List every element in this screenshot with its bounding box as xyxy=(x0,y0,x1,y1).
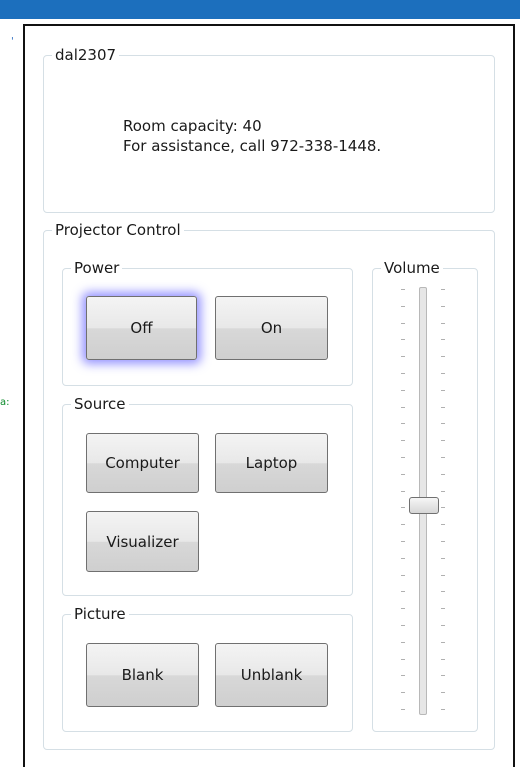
volume-tick xyxy=(441,709,445,710)
volume-tick xyxy=(441,356,445,357)
volume-tick xyxy=(441,524,445,525)
background-window-strip xyxy=(0,19,22,767)
volume-tick xyxy=(401,440,405,441)
background-window-fragment: a: xyxy=(0,397,10,408)
volume-tick xyxy=(441,558,445,559)
volume-tick xyxy=(441,390,445,391)
volume-tick xyxy=(441,306,445,307)
volume-tick xyxy=(401,423,405,424)
source-legend: Source xyxy=(74,395,126,413)
volume-tick xyxy=(441,692,445,693)
volume-tick xyxy=(441,575,445,576)
volume-tick xyxy=(401,507,405,508)
volume-tick xyxy=(401,356,405,357)
volume-slider-thumb[interactable] xyxy=(409,497,439,514)
picture-blank-button[interactable]: Blank xyxy=(86,643,199,707)
projector-control-legend: Projector Control xyxy=(55,221,181,239)
volume-tick xyxy=(401,659,405,660)
source-visualizer-button[interactable]: Visualizer xyxy=(86,511,199,572)
volume-tick xyxy=(401,642,405,643)
volume-tick xyxy=(401,692,405,693)
volume-tick xyxy=(441,423,445,424)
room-capacity-text: Room capacity: 40 xyxy=(123,117,262,135)
volume-tick xyxy=(401,709,405,710)
volume-tick xyxy=(401,625,405,626)
volume-tick xyxy=(441,491,445,492)
volume-tick xyxy=(401,407,405,408)
window-title-bar xyxy=(0,0,520,19)
room-name-legend: dal2307 xyxy=(55,46,117,64)
volume-ticks-left xyxy=(401,289,407,715)
volume-tick xyxy=(401,591,405,592)
source-laptop-button[interactable]: Laptop xyxy=(215,433,328,493)
picture-unblank-button[interactable]: Unblank xyxy=(215,643,328,707)
assistance-text: For assistance, call 972-338-1448. xyxy=(123,137,382,155)
volume-tick xyxy=(441,507,445,508)
volume-tick xyxy=(401,339,405,340)
volume-tick xyxy=(401,541,405,542)
volume-tick xyxy=(401,491,405,492)
volume-tick xyxy=(441,625,445,626)
volume-tick xyxy=(441,642,445,643)
volume-tick xyxy=(401,474,405,475)
power-on-button[interactable]: On xyxy=(215,296,328,360)
volume-tick xyxy=(401,289,405,290)
volume-tick xyxy=(401,608,405,609)
volume-tick xyxy=(401,373,405,374)
volume-tick xyxy=(441,608,445,609)
volume-tick xyxy=(441,675,445,676)
volume-tick xyxy=(441,373,445,374)
volume-tick xyxy=(441,440,445,441)
volume-tick xyxy=(401,323,405,324)
volume-tick xyxy=(401,558,405,559)
room-info-group: dal2307 xyxy=(43,47,495,213)
volume-tick xyxy=(441,659,445,660)
volume-tick xyxy=(401,457,405,458)
power-legend: Power xyxy=(74,259,120,277)
volume-tick xyxy=(441,407,445,408)
volume-tick xyxy=(441,323,445,324)
volume-tick xyxy=(441,457,445,458)
volume-tick xyxy=(441,474,445,475)
volume-tick xyxy=(441,339,445,340)
picture-legend: Picture xyxy=(74,605,126,623)
volume-tick xyxy=(441,289,445,290)
volume-tick xyxy=(401,390,405,391)
volume-tick xyxy=(441,591,445,592)
volume-legend: Volume xyxy=(384,259,440,277)
volume-tick xyxy=(401,675,405,676)
volume-tick xyxy=(401,306,405,307)
volume-tick xyxy=(401,575,405,576)
power-off-button[interactable]: Off xyxy=(86,296,197,360)
volume-ticks-right xyxy=(441,289,447,715)
volume-tick xyxy=(401,524,405,525)
volume-tick xyxy=(441,541,445,542)
background-window-fragment: ' xyxy=(11,36,14,47)
source-computer-button[interactable]: Computer xyxy=(86,433,199,493)
